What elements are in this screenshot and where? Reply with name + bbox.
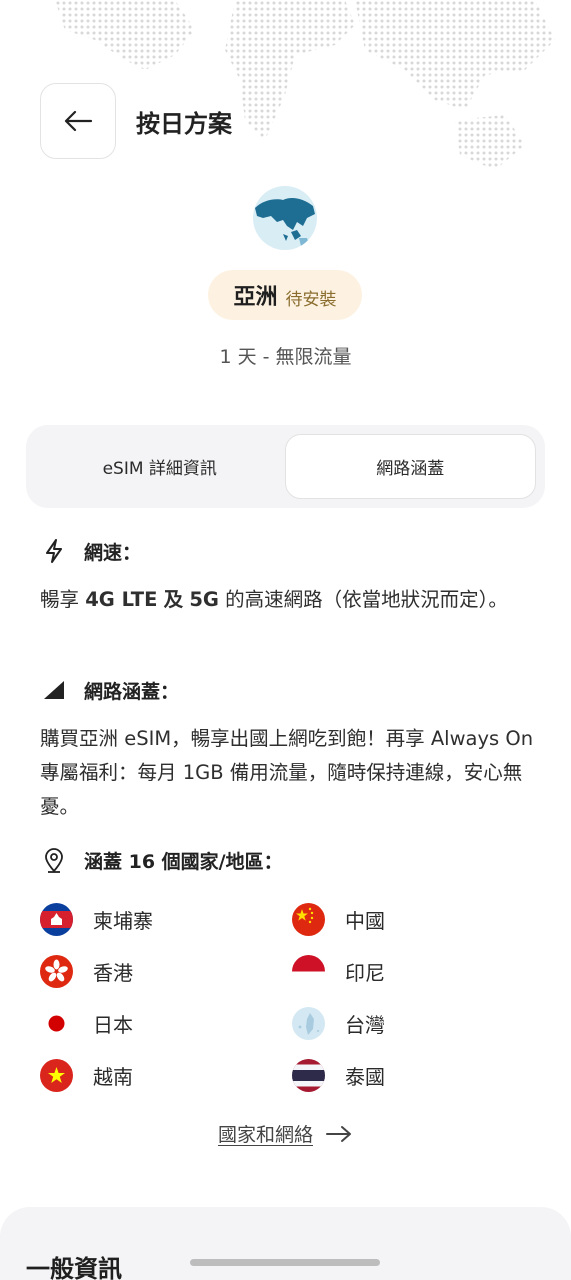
region-name: 亞洲 xyxy=(233,285,278,310)
countries-title: 涵蓋 16 個國家/地區： xyxy=(84,850,283,873)
lightning-icon xyxy=(40,537,68,565)
country-item: 台灣 xyxy=(292,1007,385,1040)
thailand-flag-icon xyxy=(292,1059,325,1092)
tab-network-coverage[interactable]: 網路涵蓋 xyxy=(284,434,536,499)
arrow-right-icon xyxy=(326,1125,351,1142)
page-title: 按日方案 xyxy=(136,109,232,138)
coverage-section: 網路涵蓋： 購買亞洲 eSIM，暢享出國上網吃到飽！再享 Always On 專… xyxy=(40,676,535,824)
indonesia-flag-icon xyxy=(292,955,325,988)
arrow-left-icon xyxy=(64,110,93,132)
country-item: 越南 xyxy=(40,1059,133,1092)
general-info-title: 一般資訊 xyxy=(26,1255,122,1280)
general-info-sheet: 一般資訊 xyxy=(0,1207,571,1280)
vietnam-flag-icon xyxy=(40,1059,73,1092)
home-indicator[interactable] xyxy=(190,1259,380,1266)
country-item: 香港 xyxy=(40,955,133,988)
speed-text: 暢享 4G LTE 及 5G 的高速網路（依當地狀況而定）。 xyxy=(40,588,508,611)
country-item: 日本 xyxy=(40,1007,133,1040)
tab-bar: eSIM 詳細資訊 網路涵蓋 xyxy=(26,425,545,508)
china-flag-icon xyxy=(292,903,325,936)
tab-esim-details[interactable]: eSIM 詳細資訊 xyxy=(35,434,285,499)
install-status: 待安裝 xyxy=(285,289,337,310)
countries-section: 涵蓋 16 個國家/地區： xyxy=(40,846,535,874)
asia-region-icon xyxy=(253,186,317,250)
japan-flag-icon xyxy=(40,1007,73,1040)
taiwan-flag-icon xyxy=(292,1007,325,1040)
region-badge: 亞洲 待安裝 xyxy=(208,270,362,320)
back-button[interactable] xyxy=(40,83,116,159)
signal-icon xyxy=(40,676,68,704)
countries-networks-label: 國家和網絡 xyxy=(217,1124,313,1146)
plan-description: 1 天 - 無限流量 xyxy=(219,346,352,368)
country-item: 泰國 xyxy=(292,1059,385,1092)
country-item: 柬埔寨 xyxy=(40,903,153,936)
hongkong-flag-icon xyxy=(40,955,73,988)
coverage-title: 網路涵蓋： xyxy=(84,680,180,703)
header: 按日方案 xyxy=(40,83,571,159)
location-pin-icon xyxy=(40,846,68,874)
speed-section: 網速： 暢享 4G LTE 及 5G 的高速網路（依當地狀況而定）。 xyxy=(40,537,535,617)
countries-networks-link[interactable]: 國家和網絡 xyxy=(0,1120,571,1147)
country-item: 印尼 xyxy=(292,955,385,988)
coverage-text: 購買亞洲 eSIM，暢享出國上網吃到飽！再享 Always On 專屬福利：每月… xyxy=(40,727,534,818)
country-item: 中國 xyxy=(292,903,385,936)
cambodia-flag-icon xyxy=(40,903,73,936)
speed-title: 網速： xyxy=(84,541,142,564)
